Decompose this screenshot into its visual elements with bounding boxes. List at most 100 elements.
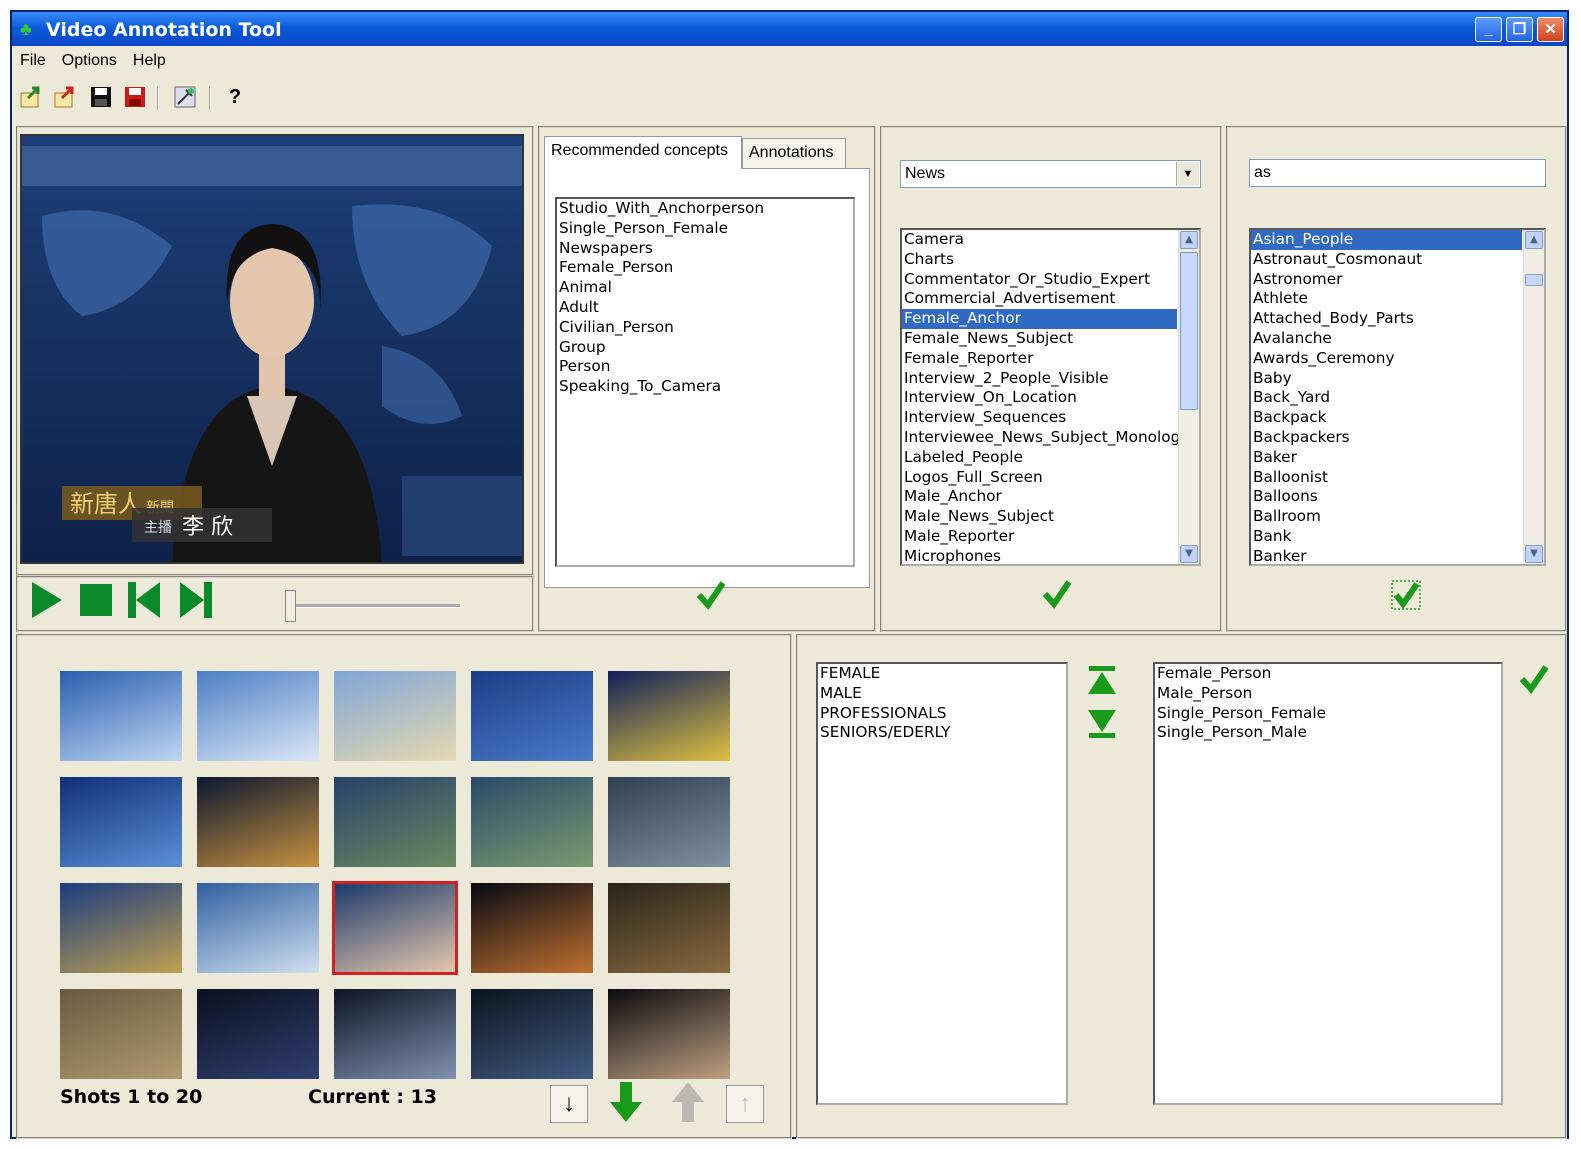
- save-icon[interactable]: [88, 84, 114, 110]
- category-list-item[interactable]: Logos_Full_Screen: [902, 468, 1177, 488]
- minimize-button[interactable]: _: [1475, 17, 1502, 42]
- search-list-item[interactable]: Attached_Body_Parts: [1251, 309, 1522, 329]
- category-list-item[interactable]: Commentator_Or_Studio_Expert: [902, 270, 1177, 290]
- shot-thumbnail[interactable]: [471, 671, 593, 761]
- search-list-item[interactable]: Avalanche: [1251, 329, 1522, 349]
- stop-icon[interactable]: [76, 578, 116, 622]
- concept-list-item[interactable]: Newspapers: [557, 239, 853, 259]
- open-recent-icon[interactable]: [52, 84, 78, 110]
- settings-tool-icon[interactable]: [172, 84, 198, 110]
- category-list-item[interactable]: Female_Anchor: [902, 309, 1177, 329]
- search-list-item[interactable]: Banker: [1251, 547, 1522, 564]
- concept-list-item[interactable]: Civilian_Person: [557, 318, 853, 338]
- category-list-item[interactable]: Charts: [902, 250, 1177, 270]
- category-list-item[interactable]: Microphones: [902, 547, 1177, 564]
- search-list-item[interactable]: Bank: [1251, 527, 1522, 547]
- search-list-item[interactable]: Awards_Ceremony: [1251, 349, 1522, 369]
- menu-options[interactable]: Options: [54, 48, 125, 74]
- scroll-up-icon[interactable]: ▲: [1180, 231, 1198, 249]
- shot-thumbnail[interactable]: [608, 777, 730, 867]
- last-shot-button[interactable]: ↑: [726, 1085, 764, 1123]
- search-list-item[interactable]: Astronomer: [1251, 270, 1522, 290]
- concept-list-item[interactable]: Female_Person: [557, 258, 853, 278]
- shot-thumbnail[interactable]: [608, 671, 730, 761]
- restore-button[interactable]: ❐: [1506, 17, 1533, 42]
- concept-list-item[interactable]: Single_Person_Female: [557, 219, 853, 239]
- recommended-concepts-list[interactable]: Studio_With_Anchorperson Single_Person_Fe…: [555, 197, 855, 567]
- seek-slider-thumb[interactable]: [285, 590, 296, 622]
- concept-list-item[interactable]: Speaking_To_Camera: [557, 377, 853, 397]
- confirm-recommended-icon[interactable]: [695, 579, 727, 611]
- category-list-item[interactable]: Labeled_People: [902, 448, 1177, 468]
- shot-thumbnail[interactable]: [197, 777, 319, 867]
- menu-file[interactable]: File: [12, 48, 54, 74]
- shot-thumbnail[interactable]: [608, 989, 730, 1079]
- tab-recommended[interactable]: Recommended concepts: [544, 136, 742, 169]
- confirm-groups-icon[interactable]: [1518, 663, 1550, 695]
- chevron-down-icon[interactable]: ▼: [1176, 162, 1199, 186]
- category-list-item[interactable]: Interviewee_News_Subject_Monolog: [902, 428, 1180, 448]
- shot-thumbnail[interactable]: [471, 883, 593, 973]
- search-list-item[interactable]: Asian_People: [1251, 230, 1522, 250]
- shot-thumbnail[interactable]: [60, 777, 182, 867]
- move-to-bottom-icon[interactable]: [1086, 708, 1118, 740]
- concept-list-item[interactable]: Person: [557, 357, 853, 377]
- concept-list-item[interactable]: Adult: [557, 298, 853, 318]
- scroll-up-icon[interactable]: ▲: [1525, 231, 1543, 249]
- search-list-item[interactable]: Astronaut_Cosmonaut: [1251, 250, 1522, 270]
- confirm-category-icon[interactable]: [1041, 578, 1073, 610]
- concept-list-item[interactable]: Group: [557, 338, 853, 358]
- play-icon[interactable]: [26, 578, 66, 622]
- save-as-icon[interactable]: [122, 84, 148, 110]
- search-list-item[interactable]: Baby: [1251, 369, 1522, 389]
- scroll-thumb[interactable]: [1525, 274, 1543, 286]
- search-list-item[interactable]: Baker: [1251, 448, 1522, 468]
- group-list-item[interactable]: PROFESSIONALS: [818, 704, 1066, 724]
- group-concept-item[interactable]: Male_Person: [1155, 684, 1501, 704]
- group-concept-item[interactable]: Single_Person_Male: [1155, 723, 1501, 743]
- category-concepts-list[interactable]: Camera Charts Commentator_Or_Studio_Expert…: [900, 228, 1201, 566]
- skip-forward-icon[interactable]: [176, 578, 216, 622]
- search-list-item[interactable]: Backpackers: [1251, 428, 1522, 448]
- shot-thumbnail[interactable]: [60, 671, 182, 761]
- shot-thumbnail[interactable]: [197, 883, 319, 973]
- open-icon[interactable]: [18, 84, 44, 110]
- move-to-top-icon[interactable]: [1086, 664, 1118, 696]
- group-list-item[interactable]: MALE: [818, 684, 1066, 704]
- category-list-item[interactable]: Commercial_Advertisement: [902, 289, 1177, 309]
- next-page-icon[interactable]: [606, 1080, 646, 1124]
- scroll-thumb[interactable]: [1180, 252, 1198, 410]
- category-list-item[interactable]: Interview_Sequences: [902, 408, 1177, 428]
- category-list-item[interactable]: Male_Anchor: [902, 487, 1177, 507]
- search-list-item[interactable]: Backpack: [1251, 408, 1522, 428]
- category-scrollbar[interactable]: ▲ ▼: [1178, 230, 1199, 564]
- shot-thumbnail[interactable]: [608, 883, 730, 973]
- category-list-item[interactable]: Male_Reporter: [902, 527, 1177, 547]
- group-concepts-list[interactable]: Female_Person Male_Person Single_Person_Fe…: [1153, 662, 1503, 1105]
- search-list-item[interactable]: Back_Yard: [1251, 388, 1522, 408]
- shot-thumbnail[interactable]: [332, 881, 458, 975]
- group-list-item[interactable]: SENIORS/EDERLY: [818, 723, 1066, 743]
- scroll-down-icon[interactable]: ▼: [1180, 545, 1198, 563]
- group-list-item[interactable]: FEMALE: [818, 664, 1066, 684]
- menu-help[interactable]: Help: [125, 48, 174, 74]
- scroll-down-icon[interactable]: ▼: [1525, 545, 1543, 563]
- shot-thumbnail[interactable]: [334, 989, 456, 1079]
- group-concept-item[interactable]: Female_Person: [1155, 664, 1501, 684]
- search-results-list[interactable]: Asian_People Astronaut_Cosmonaut Astronome…: [1249, 228, 1546, 566]
- category-list-item[interactable]: Camera: [902, 230, 1177, 250]
- help-icon[interactable]: ?: [222, 84, 248, 110]
- prev-page-icon[interactable]: [668, 1080, 708, 1124]
- search-input[interactable]: as: [1249, 159, 1546, 187]
- concept-list-item[interactable]: Studio_With_Anchorperson: [557, 199, 853, 219]
- shot-thumbnail[interactable]: [197, 671, 319, 761]
- search-list-item[interactable]: Ballroom: [1251, 507, 1522, 527]
- search-list-item[interactable]: Balloons: [1251, 487, 1522, 507]
- shot-thumbnail[interactable]: [334, 671, 456, 761]
- shot-thumbnail[interactable]: [60, 989, 182, 1079]
- search-list-item[interactable]: Balloonist: [1251, 468, 1522, 488]
- shot-thumbnail[interactable]: [471, 989, 593, 1079]
- category-list-item[interactable]: Interview_On_Location: [902, 388, 1177, 408]
- category-select[interactable]: News ▼: [900, 160, 1201, 188]
- category-list-item[interactable]: Female_News_Subject: [902, 329, 1177, 349]
